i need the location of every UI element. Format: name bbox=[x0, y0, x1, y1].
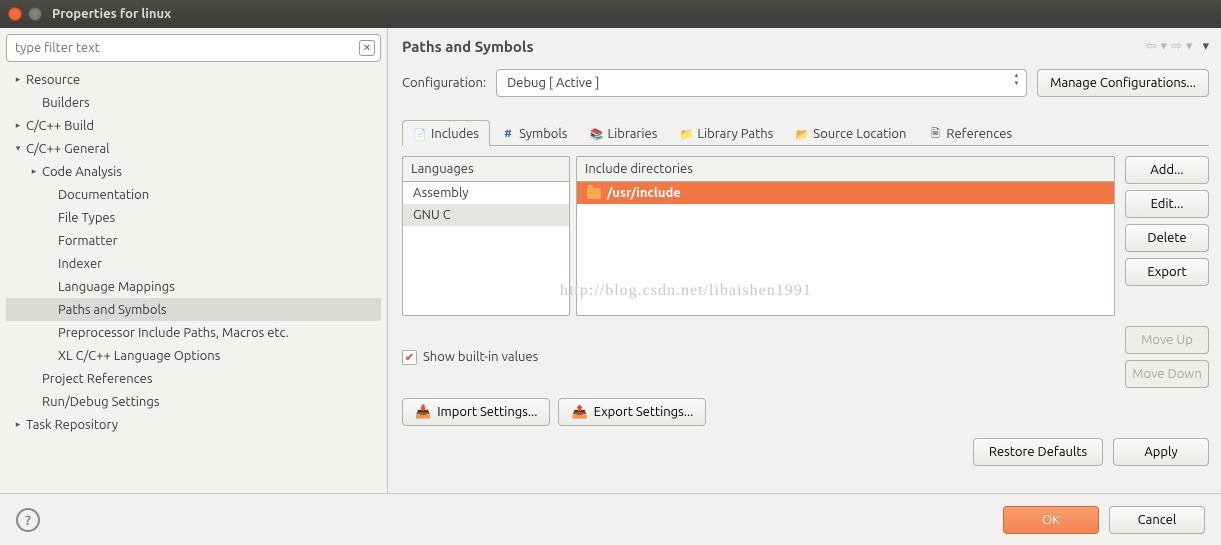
folder-icon bbox=[587, 188, 601, 199]
show-builtin-label: Show built-in values bbox=[423, 350, 538, 364]
tree-item[interactable]: File Types bbox=[6, 206, 381, 229]
tab-icon: 📄 bbox=[413, 127, 427, 141]
tree-item[interactable]: Language Mappings bbox=[6, 275, 381, 298]
tree-item[interactable]: XL C/C++ Language Options bbox=[6, 344, 381, 367]
tab-source-location[interactable]: 📂Source Location bbox=[784, 120, 917, 146]
tree-item[interactable]: Formatter bbox=[6, 229, 381, 252]
twist-icon: ▾ bbox=[12, 143, 24, 154]
languages-list[interactable]: Languages AssemblyGNU C bbox=[402, 156, 570, 316]
nav-forward-icon[interactable]: ⇨ bbox=[1171, 39, 1182, 54]
tree-item-label: Code Analysis bbox=[42, 165, 122, 179]
tree-item-label: Builders bbox=[42, 96, 90, 110]
nav-back-menu-icon[interactable]: ▾ bbox=[1161, 39, 1168, 54]
tree-item-label: Indexer bbox=[58, 257, 102, 271]
nav-back-icon[interactable]: ⇦ bbox=[1146, 39, 1157, 54]
restore-defaults-button[interactable]: Restore Defaults bbox=[973, 438, 1103, 466]
tab-symbols[interactable]: #Symbols bbox=[490, 120, 578, 146]
nav-forward-menu-icon[interactable]: ▾ bbox=[1186, 39, 1193, 54]
tree-item-label: Formatter bbox=[58, 234, 118, 248]
cancel-button[interactable]: Cancel bbox=[1109, 506, 1205, 534]
tree-item[interactable]: Documentation bbox=[6, 183, 381, 206]
configuration-label: Configuration: bbox=[402, 76, 486, 90]
tree-item-label: Paths and Symbols bbox=[58, 303, 167, 317]
tab-icon: # bbox=[501, 127, 515, 141]
twist-icon: ▸ bbox=[28, 166, 40, 177]
add-button[interactable]: Add... bbox=[1125, 156, 1209, 184]
include-dir-row[interactable]: /usr/include bbox=[577, 182, 1114, 204]
tab-library-paths[interactable]: 📁Library Paths bbox=[668, 120, 784, 146]
configuration-select[interactable]: Debug [ Active ] bbox=[496, 69, 1027, 97]
page-title: Paths and Symbols bbox=[402, 38, 534, 55]
titlebar: Properties for linux bbox=[0, 0, 1221, 28]
move-down-button[interactable]: Move Down bbox=[1125, 360, 1209, 388]
content-pane: Paths and Symbols ⇦ ▾ ⇨ ▾ ▾ Configuratio… bbox=[388, 28, 1221, 493]
nav-history: ⇦ ▾ ⇨ ▾ ▾ bbox=[1146, 39, 1209, 54]
manage-configurations-button[interactable]: Manage Configurations... bbox=[1037, 69, 1209, 97]
tree-item-label: XL C/C++ Language Options bbox=[58, 349, 220, 363]
clear-filter-icon[interactable]: ✕ bbox=[359, 40, 375, 56]
export-settings-button[interactable]: 📤Export Settings... bbox=[558, 398, 706, 426]
tree-item-label: Run/Debug Settings bbox=[42, 395, 159, 409]
export-button[interactable]: Export bbox=[1125, 258, 1209, 286]
window-close-button[interactable] bbox=[8, 7, 22, 21]
tree-item[interactable]: ▸C/C++ Build bbox=[6, 114, 381, 137]
tree-item[interactable]: ▸Task Repository bbox=[6, 413, 381, 436]
tree-item[interactable]: Paths and Symbols bbox=[6, 298, 381, 321]
languages-header: Languages bbox=[403, 157, 569, 182]
tree-item[interactable]: ▸Code Analysis bbox=[6, 160, 381, 183]
tree-item-label: Preprocessor Include Paths, Macros etc. bbox=[58, 326, 289, 340]
window-title: Properties for linux bbox=[52, 7, 171, 21]
tree-item-label: Project References bbox=[42, 372, 152, 386]
tree-item-label: Resource bbox=[26, 73, 80, 87]
tree-item[interactable]: Project References bbox=[6, 367, 381, 390]
tab-icon: 📂 bbox=[795, 127, 809, 141]
help-icon[interactable]: ? bbox=[16, 508, 40, 532]
window-minimize-button[interactable] bbox=[28, 7, 42, 21]
tree-item[interactable]: ▸Resource bbox=[6, 68, 381, 91]
import-settings-button[interactable]: 📥Import Settings... bbox=[402, 398, 550, 426]
move-up-button[interactable]: Move Up bbox=[1125, 326, 1209, 354]
tree-item-label: Language Mappings bbox=[58, 280, 175, 294]
tab-icon: 📁 bbox=[679, 127, 693, 141]
tree-item-label: C/C++ General bbox=[26, 142, 110, 156]
tree-item-label: C/C++ Build bbox=[26, 119, 94, 133]
apply-button[interactable]: Apply bbox=[1113, 438, 1209, 466]
twist-icon: ▸ bbox=[12, 74, 24, 85]
tab-includes[interactable]: 📄Includes bbox=[402, 120, 490, 146]
filter-input[interactable] bbox=[6, 34, 381, 62]
tab-icon: 🗎 bbox=[928, 127, 942, 141]
tree-item[interactable]: Indexer bbox=[6, 252, 381, 275]
tab-bar: 📄Includes#Symbols📚Libraries📁Library Path… bbox=[402, 119, 1209, 146]
include-directories-header: Include directories bbox=[577, 157, 1114, 182]
twist-icon: ▸ bbox=[12, 120, 24, 131]
language-row[interactable]: GNU C bbox=[403, 204, 569, 226]
tree-item-label: Documentation bbox=[58, 188, 149, 202]
tree-item[interactable]: Builders bbox=[6, 91, 381, 114]
ok-button[interactable]: OK bbox=[1003, 506, 1099, 534]
tab-libraries[interactable]: 📚Libraries bbox=[578, 120, 668, 146]
sidebar: ✕ ▸ResourceBuilders▸C/C++ Build▾C/C++ Ge… bbox=[0, 28, 388, 493]
tree-item[interactable]: Preprocessor Include Paths, Macros etc. bbox=[6, 321, 381, 344]
show-builtin-checkbox[interactable]: ✔ bbox=[402, 350, 417, 365]
tree-item[interactable]: Run/Debug Settings bbox=[6, 390, 381, 413]
export-icon: 📤 bbox=[571, 405, 587, 420]
tree-item-label: Task Repository bbox=[26, 418, 118, 432]
include-directories-list[interactable]: Include directories /usr/include bbox=[576, 156, 1115, 316]
language-row[interactable]: Assembly bbox=[403, 182, 569, 204]
import-icon: 📥 bbox=[415, 405, 431, 420]
tree-item-label: File Types bbox=[58, 211, 115, 225]
category-tree[interactable]: ▸ResourceBuilders▸C/C++ Build▾C/C++ Gene… bbox=[6, 68, 381, 487]
view-menu-icon[interactable]: ▾ bbox=[1202, 39, 1209, 54]
dialog-button-bar: ? OK Cancel bbox=[0, 493, 1221, 545]
tab-references[interactable]: 🗎References bbox=[917, 120, 1023, 146]
tree-item[interactable]: ▾C/C++ General bbox=[6, 137, 381, 160]
delete-button[interactable]: Delete bbox=[1125, 224, 1209, 252]
edit-button[interactable]: Edit... bbox=[1125, 190, 1209, 218]
tab-icon: 📚 bbox=[589, 127, 603, 141]
twist-icon: ▸ bbox=[12, 419, 24, 430]
